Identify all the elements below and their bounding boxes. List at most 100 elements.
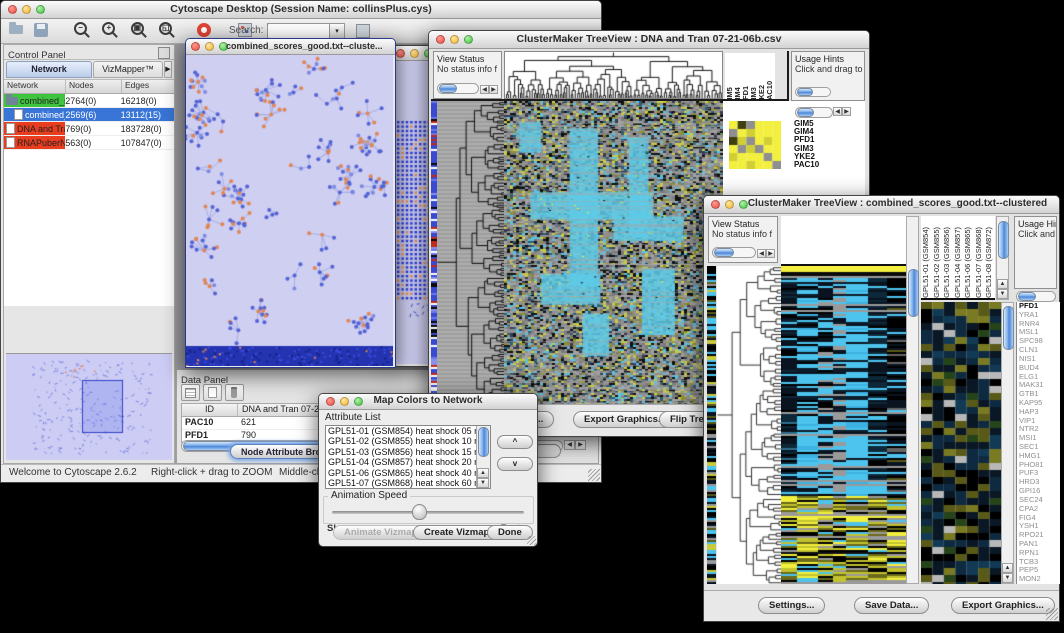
zoom-out-button[interactable]: −: [72, 21, 90, 39]
col-header-network[interactable]: Network: [4, 80, 66, 93]
delete-attribute-button[interactable]: [225, 384, 244, 401]
gene-label[interactable]: KAP95: [1019, 399, 1060, 408]
gene-label[interactable]: BUD4: [1019, 364, 1060, 373]
vscroll-up-button[interactable]: ▲: [1002, 563, 1013, 573]
attribute-item[interactable]: GPL51-02 (GSM855) heat shock 10 min: [326, 436, 477, 446]
close-button[interactable]: [711, 200, 720, 209]
gene-label[interactable]: RPO21: [1019, 531, 1060, 540]
network-overview-canvas[interactable]: [6, 354, 172, 458]
hscroll-thumb[interactable]: [797, 88, 813, 96]
vscroll-thumb[interactable]: [1003, 306, 1014, 350]
gene-label[interactable]: PUF3: [1019, 469, 1060, 478]
tv2-status-hscroll[interactable]: [712, 247, 756, 258]
column-label[interactable]: GPL51-01 (GSM854): [921, 227, 932, 298]
tv1-row-dendrogram[interactable]: [437, 101, 504, 405]
tv2-resize-grip[interactable]: [1046, 608, 1058, 620]
settings-button[interactable]: Settings...: [758, 597, 825, 614]
tab-network[interactable]: Network: [6, 61, 92, 78]
col-header-edges[interactable]: Edges: [122, 80, 174, 93]
vscroll-up-button[interactable]: ▲: [997, 279, 1008, 289]
tv1-titlebar[interactable]: ClusterMaker TreeView : DNA and Tran 07-…: [429, 31, 869, 49]
hscroll-right-button[interactable]: ▶: [489, 85, 498, 94]
tv2-zoom-heatmap[interactable]: [921, 302, 1001, 584]
gene-label[interactable]: PFD1: [1019, 302, 1060, 311]
vscroll-thumb[interactable]: [908, 269, 919, 317]
gene-label[interactable]: RPN1: [1019, 549, 1060, 558]
gene-label[interactable]: HRD3: [1019, 478, 1060, 487]
gene-label[interactable]: MAK31: [1019, 381, 1060, 390]
column-label[interactable]: GPL51-02 (GSM855): [932, 227, 943, 298]
gene-label[interactable]: NIS1: [1019, 355, 1060, 364]
tv1-hints-hscroll[interactable]: [795, 87, 831, 97]
gene-label[interactable]: GPI16: [1019, 487, 1060, 496]
zoom-in-button[interactable]: +: [100, 21, 118, 39]
move-up-button[interactable]: ^: [497, 435, 533, 449]
dialog-resize-grip[interactable]: [527, 536, 536, 545]
hscroll-right-button[interactable]: ▶: [575, 440, 586, 450]
gene-label[interactable]: SPC98: [1019, 337, 1060, 346]
vscroll-down-button[interactable]: ▼: [477, 478, 489, 488]
main-resize-grip[interactable]: [588, 469, 600, 481]
hscroll-left-button[interactable]: ◀: [564, 440, 575, 450]
list-vscrollbar[interactable]: ▲ ▼: [476, 426, 490, 488]
tv2-row-dendrogram[interactable]: [717, 266, 781, 584]
zoom-selected-button[interactable]: ▣: [129, 21, 147, 39]
open-file-button[interactable]: [8, 21, 26, 39]
vscroll-thumb[interactable]: [998, 221, 1009, 259]
tab-overflow-button[interactable]: ▶: [164, 61, 172, 78]
done-button[interactable]: Done: [487, 525, 533, 540]
hscroll-left-button[interactable]: ◀: [757, 249, 766, 258]
column-label[interactable]: GPL51-03 (GSM856): [942, 227, 953, 298]
tv2-heatmap[interactable]: [781, 266, 906, 584]
hscroll-thumb[interactable]: [714, 248, 734, 257]
gene-label[interactable]: ELG1: [1019, 373, 1060, 382]
gene-label[interactable]: MSI1: [1019, 434, 1060, 443]
tv2-hints-hscroll[interactable]: [1016, 291, 1056, 302]
tv1-column-dendrogram[interactable]: [505, 52, 722, 98]
close-button[interactable]: [191, 42, 200, 51]
column-label[interactable]: GPL51-08 (GSM872): [984, 227, 995, 298]
gene-label[interactable]: HMG1: [1019, 452, 1060, 461]
help-button[interactable]: [195, 21, 213, 39]
column-label[interactable]: GPL51-06 (GSM865): [963, 227, 974, 298]
hscroll-right-button[interactable]: ▶: [766, 249, 775, 258]
hscroll-thumb[interactable]: [1018, 292, 1036, 301]
attribute-item[interactable]: GPL51-04 (GSM857) heat shock 20 min: [326, 457, 477, 467]
gene-label[interactable]: YRA1: [1019, 311, 1060, 320]
minimize-button[interactable]: [205, 42, 214, 51]
network-row-combined-scores[interactable]: combined_scores 2764(0) 16218(0): [4, 94, 174, 108]
tab-vizmapper[interactable]: VizMapper™: [93, 61, 163, 78]
new-attribute-button[interactable]: [203, 384, 222, 401]
tv1-status-hscroll[interactable]: [437, 83, 479, 94]
gene-label[interactable]: MON2: [1019, 575, 1060, 584]
col-header-nodes[interactable]: Nodes: [66, 80, 122, 93]
gene-label[interactable]: RNR4: [1019, 320, 1060, 329]
attribute-item[interactable]: GPL51-07 (GSM868) heat shock 60 min: [326, 478, 477, 488]
network-row-dna-tran[interactable]: DNA and Tran 07 769(0) 183728(0): [4, 122, 174, 136]
tv1-zoom-hscroll[interactable]: [795, 107, 833, 118]
dialog-titlebar[interactable]: Map Colors to Network: [319, 394, 537, 410]
vscroll-up-button[interactable]: ▲: [477, 468, 489, 478]
network-row-rnapuber[interactable]: RNAPuberNov2+ 563(0) 107847(0): [4, 136, 174, 150]
tv2-zoom-vscrollbar[interactable]: ▲ ▼: [1001, 302, 1014, 584]
minimize-button[interactable]: [410, 49, 419, 58]
net1-titlebar[interactable]: combined_scores_good.txt--cluste...: [186, 39, 395, 55]
gene-label[interactable]: YSH1: [1019, 522, 1060, 531]
speed-slider-track[interactable]: [332, 511, 524, 514]
tv2-titlebar[interactable]: ClusterMaker TreeView : combined_scores_…: [704, 196, 1059, 214]
gene-label[interactable]: MSL1: [1019, 328, 1060, 337]
hscroll-thumb[interactable]: [797, 108, 814, 117]
hscroll-thumb[interactable]: [439, 84, 457, 93]
gene-label[interactable]: CLN1: [1019, 346, 1060, 355]
gene-label[interactable]: PAN1: [1019, 540, 1060, 549]
gene-label[interactable]: SEC24: [1019, 496, 1060, 505]
column-label[interactable]: GPL51-04 (GSM857): [953, 227, 964, 298]
save-button[interactable]: [32, 21, 50, 39]
network-canvas[interactable]: [186, 55, 393, 366]
close-button[interactable]: [396, 49, 405, 58]
tv2-global-strip[interactable]: [707, 266, 716, 584]
tv1-zoom-heatmap[interactable]: [729, 121, 781, 169]
vscroll-down-button[interactable]: ▼: [997, 289, 1008, 299]
hscroll-left-button[interactable]: ◀: [833, 107, 842, 116]
gene-label[interactable]: VIP1: [1019, 417, 1060, 426]
